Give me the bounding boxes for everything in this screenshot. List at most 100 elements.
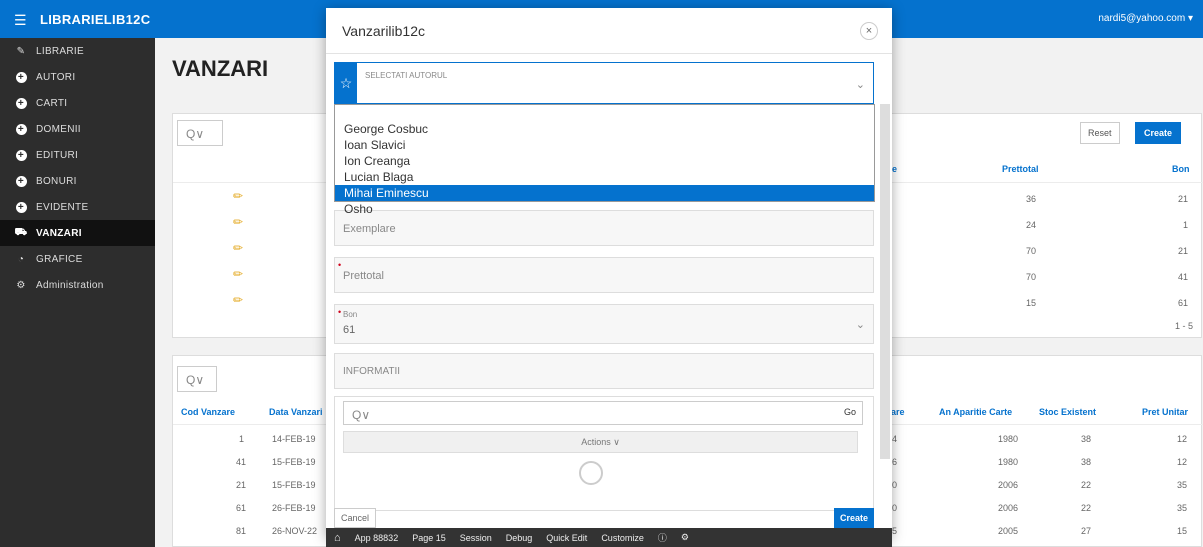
sidebar-item-domenii[interactable]: + DOMENII — [0, 116, 155, 142]
author-option[interactable]: George Cosbuc — [335, 121, 874, 137]
close-icon[interactable]: × — [860, 22, 878, 40]
prettotal-field[interactable]: • Prettotal — [334, 257, 874, 293]
pagination: 1 - 5 — [1175, 321, 1194, 331]
table-cell: 41 — [236, 457, 247, 467]
app-link[interactable]: App 88832 — [355, 533, 399, 543]
cancel-button[interactable]: Cancel — [334, 508, 377, 528]
author-option[interactable]: Ioan Slavici — [335, 137, 874, 153]
table-cell: 1980 — [998, 434, 1019, 444]
sidebar-item-edituri[interactable]: + EDITURI — [0, 142, 155, 168]
table-cell: 15 — [1177, 526, 1188, 536]
plus-circle-icon: + — [14, 122, 28, 136]
required-marker: • — [338, 260, 342, 270]
prettotal-label: Prettotal — [343, 270, 384, 282]
author-option-selected[interactable]: Mihai Eminescu — [335, 185, 874, 201]
sidebar-item-label: DOMENII — [36, 123, 81, 135]
table-cell: 2006 — [998, 480, 1019, 490]
user-menu[interactable]: nardi5@yahoo.com ▾ — [1098, 13, 1193, 24]
search-input[interactable]: Q∨ Go — [343, 401, 863, 425]
author-option[interactable]: Osho — [335, 201, 874, 217]
table-cell: 22 — [1081, 480, 1092, 490]
user-gear-icon: ⚙ — [16, 279, 26, 291]
required-marker: • — [338, 307, 342, 317]
plus-circle-icon: + — [14, 96, 28, 110]
column-header[interactable]: Cod Vanzare — [181, 407, 235, 417]
sidebar-item-administration[interactable]: ⚙ Administration — [0, 272, 155, 298]
go-button[interactable]: Go — [844, 407, 856, 417]
table-cell: 15-FEB-19 — [272, 457, 316, 467]
author-option[interactable]: Ion Creanga — [335, 153, 874, 169]
plus-circle-icon: + — [14, 200, 28, 214]
sidebar-item-label: Administration — [36, 279, 104, 291]
table-cell: 81 — [236, 526, 247, 536]
table-cell: 38 — [1081, 434, 1092, 444]
actions-menu[interactable]: Actions ∨ — [343, 431, 858, 453]
table-cell: 22 — [1081, 503, 1092, 513]
column-header[interactable]: Stoc Existent — [1039, 407, 1096, 417]
bon-select[interactable]: • Bon 61 ⌄ — [334, 304, 874, 344]
sidebar-item-label: AUTORI — [36, 71, 76, 83]
dialog-scrollbar[interactable] — [880, 104, 890, 459]
sidebar-item-bonuri[interactable]: + BONURI — [0, 168, 155, 194]
column-header[interactable]: Pret Unitar — [1142, 407, 1188, 417]
edit-icon[interactable]: ✏ — [233, 215, 243, 229]
sidebar-item-grafice[interactable]: ◔ GRAFICE — [0, 246, 155, 272]
home-icon[interactable]: ⌂ — [334, 532, 341, 544]
edit-icon[interactable]: ✏ — [233, 189, 243, 203]
sub-report: Q∨ Go Actions ∨ — [334, 396, 874, 511]
search-input[interactable]: Q∨ — [177, 366, 217, 392]
edit-icon: ✎ — [16, 45, 26, 57]
quick-edit-link[interactable]: Quick Edit — [546, 533, 587, 543]
reset-button[interactable]: Reset — [1080, 122, 1120, 144]
table-cell: 35 — [1177, 503, 1188, 513]
table-cell: 21 — [236, 480, 247, 490]
plus-circle-icon: + — [14, 148, 28, 162]
create-button[interactable]: Create — [834, 508, 875, 528]
create-button[interactable]: Create — [1135, 122, 1182, 144]
table-cell: 21 — [1178, 194, 1189, 204]
sidebar-item-label: GRAFICE — [36, 253, 83, 265]
session-link[interactable]: Session — [460, 533, 492, 543]
sidebar-item-vanzari[interactable]: ⛟ VANZARI — [0, 220, 155, 246]
bon-value: 61 — [343, 324, 356, 336]
debug-link[interactable]: Debug — [506, 533, 533, 543]
dialog-title: Vanzarilib12c — [342, 23, 426, 39]
table-cell: 38 — [1081, 457, 1092, 467]
edit-icon[interactable]: ✏ — [233, 267, 243, 281]
table-cell: 24 — [1026, 220, 1037, 230]
table-cell: 12 — [1177, 434, 1188, 444]
table-cell: 35 — [1177, 480, 1188, 490]
table-cell: 15 — [1026, 298, 1037, 308]
hamburger-icon[interactable]: ☰ — [14, 12, 27, 29]
table-cell: 1 — [239, 434, 245, 444]
sidebar-item-autori[interactable]: + AUTORI — [0, 64, 155, 90]
bon-label: Bon — [343, 310, 358, 319]
edit-icon[interactable]: ✏ — [233, 241, 243, 255]
table-cell: 36 — [1026, 194, 1037, 204]
column-header[interactable]: Bon — [1172, 164, 1190, 174]
sidebar-item-label: VANZARI — [36, 227, 82, 239]
table-cell: 1 — [1183, 220, 1189, 230]
customize-link[interactable]: Customize — [601, 533, 644, 543]
page-link[interactable]: Page 15 — [412, 533, 446, 543]
app-title[interactable]: LIBRARIELIB12C — [40, 12, 150, 27]
edit-icon[interactable]: ✏ — [233, 293, 243, 307]
author-option[interactable]: Lucian Blaga — [335, 169, 874, 185]
column-header[interactable]: An Aparitie Carte — [939, 407, 1012, 417]
column-header[interactable]: Prettotal — [1002, 164, 1039, 174]
sidebar-item-label: EVIDENTE — [36, 201, 89, 213]
column-header[interactable]: Data Vanzari — [269, 407, 323, 417]
exemplare-label: Exemplare — [343, 223, 396, 235]
search-input[interactable]: Q∨ — [177, 120, 223, 146]
table-cell: 2006 — [998, 503, 1019, 513]
author-select[interactable]: ☆ SELECTATI AUTORUL ⌄ — [334, 62, 874, 105]
dropdown-spacer — [335, 105, 874, 121]
table-cell: 12 — [1177, 457, 1188, 467]
gear-icon[interactable]: ⚙ — [681, 532, 689, 543]
table-cell: 27 — [1081, 526, 1092, 536]
sidebar-item-evidente[interactable]: + EVIDENTE — [0, 194, 155, 220]
sidebar-item-carti[interactable]: + CARTI — [0, 90, 155, 116]
sidebar-item-librarie[interactable]: ✎ LIBRARIE — [0, 38, 155, 64]
table-cell: 26-FEB-19 — [272, 503, 316, 513]
info-icon[interactable]: ⓘ — [658, 531, 667, 544]
